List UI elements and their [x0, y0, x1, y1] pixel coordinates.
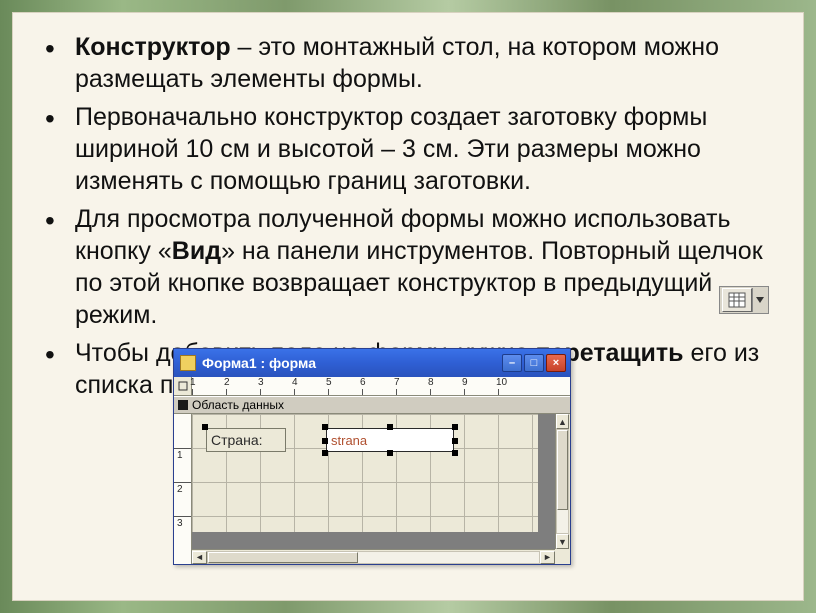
selection-handle[interactable]	[322, 450, 328, 456]
scroll-thumb[interactable]	[557, 430, 568, 510]
selection-handle[interactable]	[452, 438, 458, 444]
vertical-scrollbar[interactable]: ▲ ▼	[555, 414, 570, 549]
selection-handle[interactable]	[452, 424, 458, 430]
form-field-bound-name: strana	[331, 433, 367, 448]
view-toolbar-widget	[719, 286, 769, 314]
canvas-outer[interactable]: Страна: strana	[192, 414, 570, 564]
ruler-tick: 6	[360, 377, 366, 388]
term-constructor: Конструктор	[75, 33, 231, 61]
ruler-tick: 2	[224, 377, 230, 388]
ruler-tick: 9	[462, 377, 468, 388]
scroll-thumb[interactable]	[208, 552, 358, 563]
datasheet-icon	[728, 292, 746, 308]
ruler-tick: 1	[190, 377, 196, 388]
form-canvas[interactable]: Страна: strana	[192, 414, 538, 532]
ruler-tick: 5	[326, 377, 332, 388]
slide-card: Конструктор – это монтажный стол, на кот…	[12, 12, 804, 601]
ruler-tick: 7	[394, 377, 400, 388]
form-textbox-control[interactable]: strana	[326, 428, 454, 452]
selection-handle[interactable]	[452, 450, 458, 456]
form-label-text: Страна:	[211, 432, 263, 448]
section-selector-icon	[178, 400, 188, 410]
section-header-detail[interactable]: Область данных	[174, 396, 570, 414]
selection-handle[interactable]	[387, 424, 393, 430]
view-dropdown-button[interactable]	[752, 288, 766, 312]
ruler-tick: 3	[258, 377, 264, 388]
scroll-right-button[interactable]: ►	[540, 551, 555, 564]
form-label-control[interactable]: Страна:	[206, 428, 286, 452]
bullet-list: Конструктор – это монтажный стол, на кот…	[39, 31, 777, 401]
scroll-up-button[interactable]: ▲	[556, 414, 569, 429]
selection-handle[interactable]	[387, 450, 393, 456]
scroll-down-button[interactable]: ▼	[556, 534, 569, 549]
text: Первоначально конструктор создает загото…	[75, 103, 707, 195]
ruler-tick: 4	[292, 377, 298, 388]
ruler-tick: 8	[428, 377, 434, 388]
horizontal-ruler: 1 2 3 4 5 6 7 8 9 10	[174, 377, 570, 396]
selection-handle[interactable]	[322, 424, 328, 430]
selection-handle[interactable]	[202, 424, 208, 430]
scroll-left-button[interactable]: ◄	[192, 551, 207, 564]
size-grip[interactable]	[555, 549, 570, 564]
ruler-tick: 3	[177, 518, 183, 529]
selection-handle[interactable]	[322, 438, 328, 444]
text: –	[231, 33, 259, 61]
minimize-button[interactable]: –	[502, 354, 522, 372]
bullet-item: Конструктор – это монтажный стол, на кот…	[39, 31, 777, 95]
ruler-tick: 1	[177, 450, 183, 461]
ruler-tick: 2	[177, 484, 183, 495]
chevron-down-icon	[756, 297, 764, 303]
vertical-ruler: 1 2 3	[174, 414, 192, 564]
section-label: Область данных	[192, 398, 284, 412]
window-titlebar[interactable]: Форма1 : форма – □ ×	[174, 349, 570, 377]
slide-background: Конструктор – это монтажный стол, на кот…	[0, 0, 816, 613]
maximize-button[interactable]: □	[524, 354, 544, 372]
select-all-icon	[178, 381, 188, 391]
close-button[interactable]: ×	[546, 354, 566, 372]
scroll-track[interactable]	[556, 429, 569, 534]
bullet-item: Для просмотра полученной формы можно исп…	[39, 203, 777, 331]
form-icon	[180, 355, 196, 371]
ruler-tick: 10	[496, 377, 507, 388]
scroll-track[interactable]	[207, 551, 540, 564]
form-designer-window: Форма1 : форма – □ × 1 2 3 4 5 6 7 8	[173, 348, 571, 565]
view-button[interactable]	[722, 288, 752, 312]
horizontal-scrollbar[interactable]: ◄ ►	[192, 549, 555, 564]
term-view: Вид	[172, 237, 221, 265]
bullet-item: Первоначально конструктор создает загото…	[39, 101, 777, 197]
window-title: Форма1 : форма	[202, 355, 502, 371]
design-area: 1 2 3 Страна: strana	[174, 414, 570, 564]
